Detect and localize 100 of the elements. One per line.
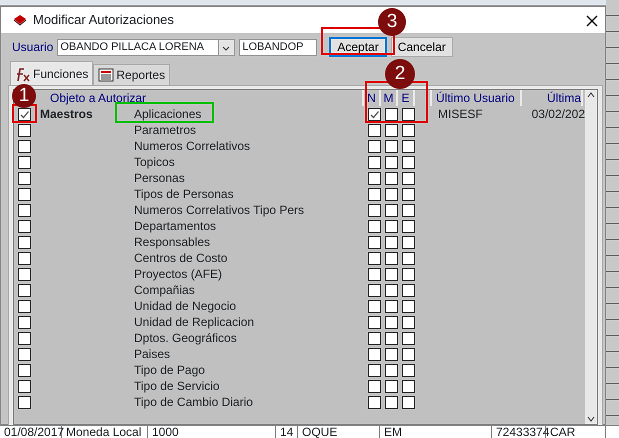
group-name: Maestros <box>40 107 93 121</box>
checkbox[interactable] <box>402 380 415 392</box>
checkbox[interactable] <box>385 220 398 232</box>
object-name: Tipo de Cambio Diario <box>134 395 253 409</box>
background-cell: 01/08/2017 <box>0 426 62 438</box>
checkbox[interactable] <box>385 268 398 280</box>
login-field[interactable]: LOBANDOP <box>239 38 318 56</box>
checkbox[interactable] <box>18 316 31 328</box>
checkbox[interactable] <box>402 316 415 328</box>
checkbox[interactable] <box>18 396 31 408</box>
checkmark-icon <box>369 108 380 120</box>
checkbox[interactable] <box>402 188 415 200</box>
checkbox[interactable] <box>385 236 398 248</box>
checkbox[interactable] <box>402 300 415 312</box>
checkbox[interactable] <box>402 220 415 232</box>
checkbox[interactable] <box>18 236 31 248</box>
accept-button[interactable]: Aceptar <box>329 37 387 57</box>
checkbox[interactable] <box>402 396 415 408</box>
checkbox[interactable] <box>402 156 415 168</box>
checkbox[interactable] <box>402 364 415 376</box>
checkbox[interactable] <box>368 268 381 280</box>
checkbox[interactable] <box>402 252 415 264</box>
background-cell: Moneda Local <box>62 426 148 438</box>
checkbox[interactable] <box>18 220 31 232</box>
object-name: Personas <box>134 171 185 185</box>
object-name: Tipo de Servicio <box>134 379 220 393</box>
scroll-up-icon[interactable] <box>586 90 596 100</box>
checkbox[interactable] <box>402 108 415 120</box>
checkbox[interactable] <box>385 396 398 408</box>
checkbox[interactable] <box>368 364 381 376</box>
checkbox[interactable] <box>18 300 31 312</box>
checkbox[interactable] <box>368 140 381 152</box>
checkbox[interactable] <box>385 172 398 184</box>
object-name: Dptos. Geográficos <box>134 331 237 345</box>
checkbox[interactable] <box>18 364 31 376</box>
checkbox[interactable] <box>368 236 381 248</box>
checkbox[interactable] <box>18 348 31 360</box>
checkbox[interactable] <box>385 284 398 296</box>
checkbox[interactable] <box>368 220 381 232</box>
checkbox[interactable] <box>385 300 398 312</box>
checkbox[interactable] <box>368 108 381 120</box>
user-combo[interactable]: OBANDO PILLACA LORENA <box>57 38 236 56</box>
scrollbar[interactable] <box>585 90 597 424</box>
checkbox[interactable] <box>385 108 398 120</box>
checkbox[interactable] <box>385 124 398 136</box>
tab[interactable]: Reportes <box>93 64 170 85</box>
checkbox[interactable] <box>402 348 415 360</box>
checkbox[interactable] <box>385 140 398 152</box>
checkbox[interactable] <box>368 156 381 168</box>
checkbox[interactable] <box>368 252 381 264</box>
checkbox[interactable] <box>402 124 415 136</box>
checkmark-icon <box>19 108 30 120</box>
cancel-button[interactable]: Cancelar <box>390 37 453 57</box>
checkbox[interactable] <box>402 172 415 184</box>
checkbox[interactable] <box>368 284 381 296</box>
checkbox[interactable] <box>402 204 415 216</box>
checkbox[interactable] <box>385 332 398 344</box>
checkbox[interactable] <box>368 172 381 184</box>
checkbox[interactable] <box>368 204 381 216</box>
checkbox[interactable] <box>385 316 398 328</box>
object-name: Compañias <box>134 283 195 297</box>
checkbox[interactable] <box>368 348 381 360</box>
checkbox[interactable] <box>18 332 31 344</box>
checkbox[interactable] <box>402 284 415 296</box>
checkbox[interactable] <box>385 204 398 216</box>
checkbox[interactable] <box>368 396 381 408</box>
checkbox[interactable] <box>368 124 381 136</box>
checkbox[interactable] <box>18 140 31 152</box>
checkbox[interactable] <box>18 188 31 200</box>
checkbox[interactable] <box>385 156 398 168</box>
checkbox[interactable] <box>385 188 398 200</box>
close-icon[interactable] <box>586 15 598 28</box>
checkbox[interactable] <box>18 380 31 392</box>
background-cell: 14 <box>276 426 298 438</box>
checkbox[interactable] <box>18 284 31 296</box>
checkbox[interactable] <box>18 156 31 168</box>
checkbox[interactable] <box>385 348 398 360</box>
tab[interactable]: Funciones <box>10 61 94 85</box>
checkbox[interactable] <box>18 124 31 136</box>
checkbox[interactable] <box>402 332 415 344</box>
checkbox[interactable] <box>385 380 398 392</box>
checkbox[interactable] <box>385 252 398 264</box>
scroll-down-icon[interactable] <box>586 414 596 424</box>
checkbox[interactable] <box>385 364 398 376</box>
checkbox[interactable] <box>402 140 415 152</box>
checkbox[interactable] <box>18 204 31 216</box>
window-title: Modificar Autorizaciones <box>33 11 174 30</box>
checkbox[interactable] <box>18 172 31 184</box>
checkbox[interactable] <box>18 108 31 120</box>
checkbox[interactable] <box>368 380 381 392</box>
checkbox[interactable] <box>368 300 381 312</box>
checkbox[interactable] <box>368 188 381 200</box>
object-name: Unidad de Replicacion <box>134 315 254 329</box>
checkbox[interactable] <box>402 236 415 248</box>
checkbox[interactable] <box>18 252 31 264</box>
checkbox[interactable] <box>368 316 381 328</box>
checkbox[interactable] <box>18 268 31 280</box>
function-icon <box>15 66 31 82</box>
checkbox[interactable] <box>402 268 415 280</box>
checkbox[interactable] <box>368 332 381 344</box>
